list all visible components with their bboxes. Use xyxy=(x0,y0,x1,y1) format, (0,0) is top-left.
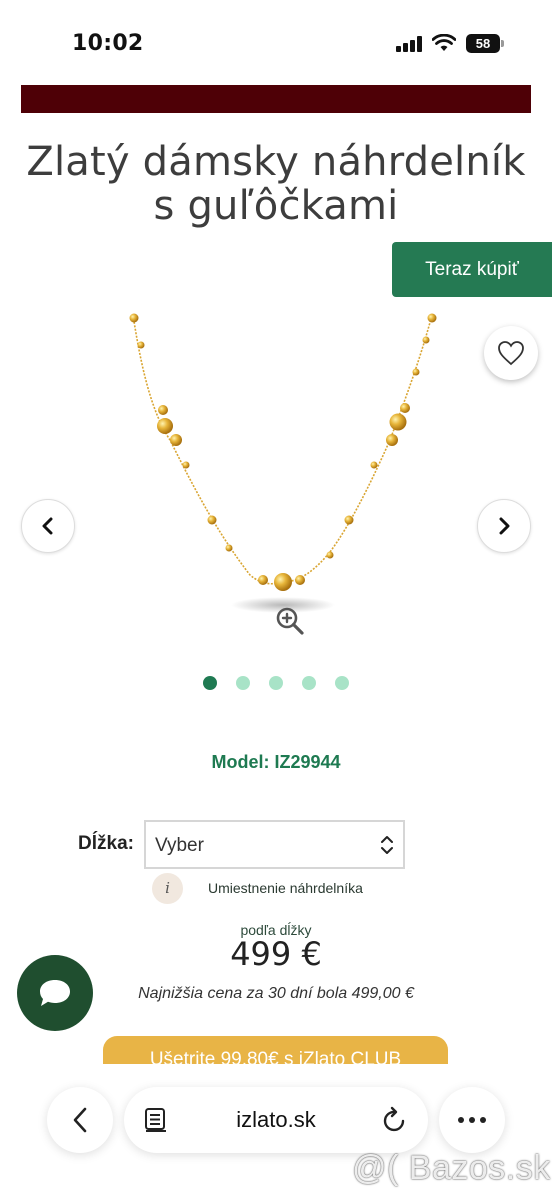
product-title-line2: s guľôčkami xyxy=(153,183,399,229)
necklace-placement-link[interactable]: Umiestnenie náhrdelníka xyxy=(208,880,363,896)
chat-button[interactable] xyxy=(17,955,93,1031)
gallery-dot[interactable] xyxy=(203,676,217,690)
gallery-pagination xyxy=(0,676,552,690)
battery-icon: 58 xyxy=(466,34,504,53)
gallery-dot[interactable] xyxy=(335,676,349,690)
brand-bar xyxy=(21,85,531,113)
gallery-prev-button[interactable] xyxy=(21,499,75,553)
length-select-value: Vyber xyxy=(155,835,204,856)
battery-level: 58 xyxy=(475,36,491,51)
model-number: Model: IZ29944 xyxy=(211,752,341,772)
wifi-icon xyxy=(432,34,456,51)
address-bar[interactable]: izlato.sk xyxy=(124,1087,428,1153)
signal-icon xyxy=(396,36,422,52)
select-chevron-icon xyxy=(381,836,393,854)
heart-icon xyxy=(498,341,524,366)
wishlist-button[interactable] xyxy=(484,326,538,380)
product-title: Zlatý dámsky náhrdelník s guľôčkami xyxy=(0,140,552,228)
gallery-dot[interactable] xyxy=(236,676,250,690)
gallery-next-button[interactable] xyxy=(477,499,531,553)
buy-now-button[interactable]: Teraz kúpiť xyxy=(392,242,552,297)
watermark: @( Bazos.sk xyxy=(352,1149,551,1187)
length-label: Dĺžka: xyxy=(78,833,134,854)
zoom-in-icon[interactable] xyxy=(275,606,305,636)
status-time: 10:02 xyxy=(72,31,144,56)
back-icon xyxy=(73,1107,87,1133)
gallery-dot[interactable] xyxy=(302,676,316,690)
info-icon[interactable]: i xyxy=(152,873,183,904)
status-bar: 10:02 58 xyxy=(0,0,552,80)
chevron-right-icon xyxy=(499,517,510,535)
browser-back-button[interactable] xyxy=(47,1087,113,1153)
length-select[interactable]: Vyber xyxy=(144,820,405,869)
gallery-dot[interactable] xyxy=(269,676,283,690)
browser-more-button[interactable] xyxy=(439,1087,505,1153)
chevron-left-icon xyxy=(42,517,53,535)
more-icon xyxy=(458,1117,486,1123)
chat-bubble-icon xyxy=(40,980,70,1006)
reload-icon[interactable] xyxy=(382,1106,408,1134)
product-title-line1: Zlatý dámsky náhrdelník xyxy=(26,139,526,185)
